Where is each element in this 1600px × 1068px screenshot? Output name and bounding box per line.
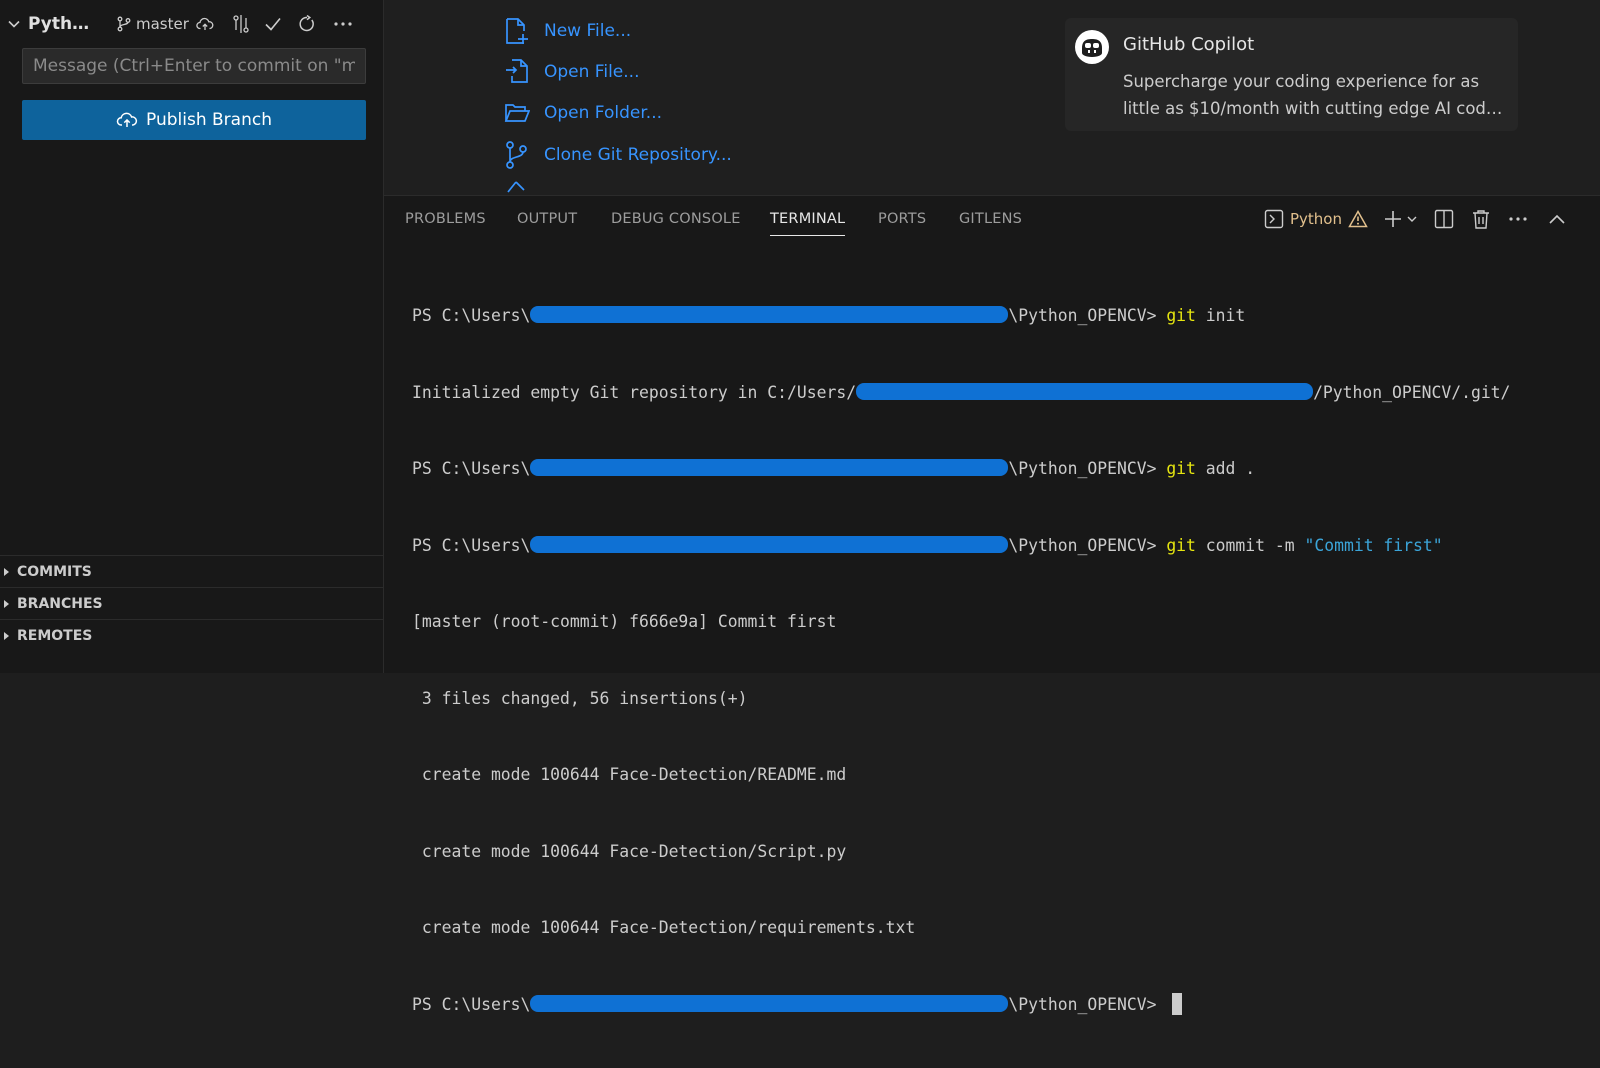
chevron-down-icon [1407,216,1417,222]
clone-git-repository-label: Clone Git Repository... [544,145,732,165]
command-git: git [1166,459,1196,478]
chevron-up-icon[interactable] [1548,206,1566,232]
commit-message-input[interactable] [22,48,366,84]
git-branch-icon [117,16,131,32]
command-string-arg: "Commit first" [1304,535,1443,555]
prompt-suffix: \Python_OPENCV> [1008,459,1167,478]
terminal-line: create mode 100644 Face-Detection/requir… [412,918,916,937]
branch-indicator[interactable]: master [116,12,189,36]
terminal-profile-name: Python [1290,210,1342,228]
command-args: add . [1195,459,1256,478]
prompt-suffix: \Python_OPENCV> [1008,306,1167,325]
chevron-right-icon [4,631,9,640]
terminal-icon [1264,209,1284,229]
redacted-path [530,994,1009,1012]
repo-name: Python_OPENCV [28,14,98,34]
remotes-section-label: REMOTES [17,627,93,644]
command-args: commit -m [1195,535,1305,555]
git-compare-icon[interactable] [228,12,254,36]
tab-output[interactable]: OUTPUT [517,211,577,227]
new-file-label: New File... [544,21,632,41]
terminal-line: create mode 100644 Face-Detection/README… [412,765,847,784]
open-folder-link[interactable]: Open Folder... [504,97,662,129]
terminal-line: 3 files changed, 56 insertions(+) [412,688,748,708]
terminal-line: PS C:\Users\ \Python_OPENCV> git commit -… [412,533,1510,559]
command-args: init [1195,306,1246,325]
copilot-description-text: Supercharge your coding experience for a… [1123,72,1497,118]
prompt-suffix: \Python_OPENCV> [1008,994,1167,1014]
clone-git-repository-link[interactable]: Clone Git Repository... [504,139,732,171]
split-terminal-icon[interactable] [1434,206,1454,232]
refresh-icon[interactable] [294,12,320,36]
terminal-line: PS C:\Users\ \Python_OPENCV> [412,992,1510,1018]
open-file-icon [506,59,528,83]
more-actions-icon[interactable] [1508,206,1528,232]
source-control-repo-header[interactable]: Python_OPENCV master [0,8,384,40]
terminal-line: PS C:\Users\ \Python_OPENCV> git init [412,303,1510,329]
prompt-prefix: PS C:\Users\ [412,459,531,478]
commits-section[interactable]: COMMITS [0,555,384,587]
github-copilot-card[interactable]: GitHub Copilot Supercharge your coding e… [1065,18,1518,131]
bottom-panel: PROBLEMS OUTPUT DEBUG CONSOLE TERMINAL P… [384,195,1600,1015]
publish-branch-button[interactable]: Publish Branch [22,100,366,140]
remotes-section[interactable]: REMOTES [0,619,384,651]
command-git: git [1166,306,1196,325]
command-git: git [1166,535,1196,555]
redacted-path [530,459,1009,476]
open-folder-icon [504,104,530,122]
source-control-sidebar: Python_OPENCV master Publish Branch COMM… [0,0,384,673]
new-terminal-button[interactable] [1384,206,1418,232]
branches-section-label: BRANCHES [17,595,103,612]
new-file-link[interactable]: New File... [504,15,631,47]
chevron-right-icon [4,567,9,576]
cloud-upload-icon [116,112,138,127]
prompt-prefix: PS C:\Users\ [412,306,531,325]
redacted-path [530,535,1009,553]
connect-to-icon [504,180,530,195]
tab-problems[interactable]: PROBLEMS [405,211,486,227]
chevron-down-icon[interactable] [6,8,22,40]
terminal-profile-selector[interactable]: Python [1264,206,1368,232]
terminal-line: [master (root-commit) f666e9a] Commit fi… [412,612,837,631]
chevron-right-icon [4,599,9,608]
prompt-prefix: PS C:\Users\ [412,994,531,1014]
cloud-upload-icon[interactable] [192,12,218,36]
open-file-label: Open File... [544,62,640,82]
output-prefix: Initialized empty Git repository in C:/U… [412,382,857,402]
copilot-description: Supercharge your coding experience for a… [1123,68,1508,122]
terminal-output[interactable]: PS C:\Users\ \Python_OPENCV> git init Ini… [412,252,1510,1068]
commits-section-label: COMMITS [17,563,92,580]
trash-icon[interactable] [1472,206,1490,232]
output-suffix: /Python_OPENCV/.git/ [1313,382,1511,402]
terminal-cursor [1172,992,1183,1015]
branches-section[interactable]: BRANCHES [0,587,384,619]
branch-name: master [136,15,189,33]
prompt-prefix: PS C:\Users\ [412,535,531,555]
open-file-link[interactable]: Open File... [504,56,639,88]
terminal-line: Initialized empty Git repository in C:/U… [412,380,1510,406]
tab-gitlens[interactable]: GITLENS [959,211,1022,227]
commit-check-icon[interactable] [260,12,286,36]
terminal-line: PS C:\Users\ \Python_OPENCV> git add . [412,456,1510,482]
plus-icon [1385,211,1401,227]
new-file-icon [506,18,528,44]
warning-icon [1348,210,1368,228]
redacted-path [530,306,1009,323]
git-clone-icon [506,141,527,169]
prompt-suffix: \Python_OPENCV> [1008,535,1167,555]
copilot-icon [1075,30,1109,64]
terminal-line: create mode 100644 Face-Detection/Script… [412,841,847,861]
publish-branch-label: Publish Branch [146,110,272,130]
tab-terminal[interactable]: TERMINAL [770,211,846,236]
redacted-path [856,382,1314,400]
copilot-title: GitHub Copilot [1123,34,1255,55]
tab-debug-console[interactable]: DEBUG CONSOLE [611,211,741,227]
tab-ports[interactable]: PORTS [878,211,926,227]
welcome-page: New File... Open File... Open Folder... … [384,0,1600,195]
open-folder-label: Open Folder... [544,103,662,123]
more-actions-icon[interactable] [330,12,356,36]
